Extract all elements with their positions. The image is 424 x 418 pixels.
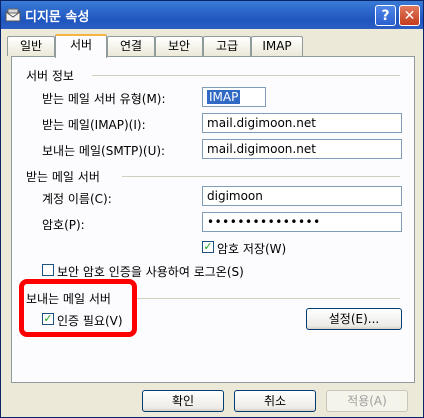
incoming-type-value: IMAP: [207, 90, 241, 104]
properties-dialog: 디지문 속성 ? ✕ 일반 서버 연결 보안 고급 IMAP 서버 정보 받는 …: [0, 0, 424, 418]
settings-button[interactable]: 설정(E)...: [306, 308, 402, 330]
tab-connection[interactable]: 연결: [107, 36, 155, 56]
tab-server[interactable]: 서버: [55, 34, 107, 58]
account-name-input[interactable]: digimoon: [202, 186, 402, 206]
window-title: 디지문 속성: [25, 10, 90, 25]
apply-button[interactable]: 적용(A): [326, 390, 408, 412]
tab-general[interactable]: 일반: [7, 36, 55, 56]
spa-logon-label: 보안 암호 인증을 사용하여 로그온(S): [57, 265, 244, 279]
group-divider: [92, 75, 400, 76]
cancel-button[interactable]: 취소: [234, 390, 316, 412]
close-button[interactable]: ✕: [399, 5, 420, 26]
incoming-server-label: 받는 메일(IMAP)(I):: [42, 118, 146, 132]
password-label: 암호(P):: [42, 218, 85, 232]
annotation-highlight: [19, 279, 137, 337]
incoming-server-group-label: 받는 메일 서버: [26, 170, 100, 184]
group-divider: [122, 176, 400, 177]
ok-button[interactable]: 확인: [142, 390, 224, 412]
account-icon: [5, 8, 21, 22]
help-button[interactable]: ?: [375, 5, 396, 26]
outgoing-server-label: 보내는 메일(SMTP)(U):: [42, 144, 166, 158]
tab-imap[interactable]: IMAP: [251, 36, 303, 56]
remember-password-label: 암호 저장(W): [217, 242, 287, 256]
incoming-server-input[interactable]: mail.digimoon.net: [202, 113, 402, 133]
remember-password-checkbox[interactable]: ✓: [202, 241, 214, 253]
group-divider: [132, 298, 400, 299]
password-input[interactable]: •••••••••••••••: [202, 212, 402, 232]
spa-logon-checkbox[interactable]: [42, 264, 54, 276]
outgoing-server-input[interactable]: mail.digimoon.net: [202, 139, 402, 159]
title-bar[interactable]: 디지문 속성 ? ✕: [1, 1, 423, 29]
tab-security[interactable]: 보안: [155, 36, 203, 56]
incoming-type-label: 받는 메일 서버 유형(M):: [42, 92, 166, 106]
tab-advanced[interactable]: 고급: [203, 36, 251, 56]
server-info-group-label: 서버 정보: [26, 69, 74, 83]
incoming-type-field[interactable]: IMAP: [202, 87, 266, 107]
account-name-label: 계정 이름(C):: [42, 192, 112, 206]
